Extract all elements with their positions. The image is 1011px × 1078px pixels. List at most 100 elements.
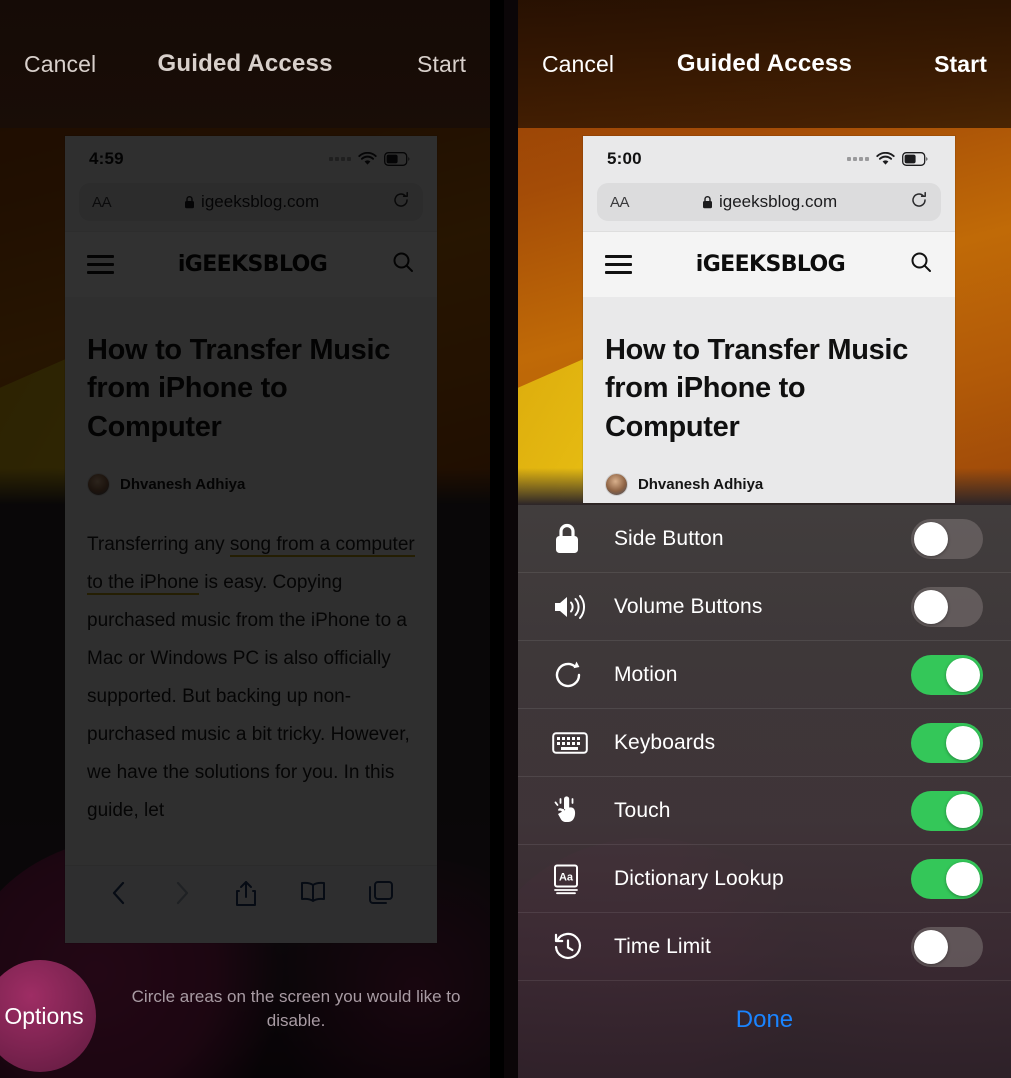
battery-icon: [901, 151, 929, 166]
site-brand-logo[interactable]: iGEEKSBLOG: [178, 252, 328, 277]
search-icon[interactable]: [909, 250, 933, 279]
lock-icon: [552, 522, 614, 556]
toggle-knob: [914, 521, 949, 556]
done-row: Done: [518, 981, 1011, 1059]
option-toggle[interactable]: [911, 586, 984, 627]
book-icon[interactable]: [299, 880, 327, 909]
option-row[interactable]: Motion: [517, 641, 1011, 709]
option-toggle[interactable]: [911, 926, 984, 967]
toggle-knob: [946, 725, 981, 760]
right-phone-screen-preview: 5:00 AA igeeksblog.com iGEEKSBLOG How to…: [582, 136, 955, 503]
option-row[interactable]: Keyboards: [517, 709, 1011, 777]
option-label: Keyboards: [613, 730, 716, 754]
guided-access-hint: Circle areas on the screen you would lik…: [131, 986, 461, 1031]
left-navigation-bar: Cancel Guided Access Start: [0, 0, 491, 128]
share-icon[interactable]: [234, 880, 258, 913]
done-button[interactable]: Done: [736, 1006, 793, 1034]
toggle-knob: [946, 861, 981, 896]
option-row[interactable]: Volume Buttons: [517, 573, 1011, 641]
article-header: How to Transfer Music from iPhone to Com…: [582, 297, 955, 496]
toggle-knob: [946, 657, 981, 692]
option-row[interactable]: Side Button: [517, 505, 1011, 573]
status-bar-time: 5:00: [606, 148, 642, 168]
motion-icon: [552, 659, 614, 691]
url-host-label[interactable]: igeeksblog.com: [184, 192, 319, 212]
dictionary-icon: Aa: [552, 863, 614, 895]
toggle-knob: [946, 793, 981, 828]
lock-icon: [702, 196, 712, 209]
keyboard-icon: [552, 730, 614, 756]
wifi-icon: [876, 151, 895, 166]
option-toggle[interactable]: [911, 790, 984, 831]
article-body-lead: Transferring any: [87, 533, 230, 555]
reload-icon[interactable]: [910, 191, 928, 214]
signal-dots-icon: [329, 156, 351, 161]
start-button[interactable]: Start: [356, 51, 466, 78]
option-label: Time Limit: [613, 934, 711, 958]
site-header: iGEEKSBLOG: [582, 231, 955, 297]
option-label: Motion: [613, 662, 678, 686]
option-label: Touch: [613, 798, 671, 822]
right-navigation-bar: Cancel Guided Access Start: [517, 0, 1011, 128]
back-chevron-icon[interactable]: [108, 880, 130, 911]
panel-divider: [490, 0, 504, 1078]
time-limit-icon: [552, 931, 614, 963]
page-title: Guided Access: [676, 50, 853, 77]
left-bottom-bar: Options Circle areas on the screen you w…: [0, 953, 490, 1078]
option-row[interactable]: Aa Dictionary Lookup: [517, 845, 1011, 913]
article-body: Transferring any song from a computer to…: [65, 496, 437, 830]
safari-url-bar-container: AA igeeksblog.com: [65, 181, 437, 231]
lock-icon: [185, 196, 195, 209]
text-size-icon[interactable]: AA: [92, 194, 112, 211]
touch-icon: [552, 794, 614, 828]
option-toggle[interactable]: [911, 518, 984, 559]
search-icon[interactable]: [391, 250, 415, 279]
option-label: Dictionary Lookup: [613, 866, 784, 890]
reload-icon[interactable]: [392, 191, 410, 214]
article-header: How to Transfer Music from iPhone to Com…: [65, 297, 437, 496]
left-panel-guided-access-setup: 4:59 AA igeeksblog.com iGEEKSBLOG How to…: [0, 0, 491, 1078]
safari-url-bar[interactable]: AA igeeksblog.com: [79, 183, 423, 221]
option-label: Side Button: [613, 526, 724, 550]
hamburger-menu-icon[interactable]: [604, 250, 632, 279]
start-button[interactable]: Start: [877, 51, 987, 78]
site-header: iGEEKSBLOG: [65, 231, 437, 297]
safari-bottom-toolbar: [65, 865, 437, 943]
left-phone-screen-preview: 4:59 AA igeeksblog.com iGEEKSBLOG How to…: [65, 136, 437, 943]
forward-chevron-icon: [171, 880, 193, 911]
status-bar: 5:00: [582, 136, 955, 181]
author-name: Dhvanesh Adhiya: [637, 475, 764, 493]
safari-url-bar[interactable]: AA igeeksblog.com: [596, 183, 941, 221]
safari-url-bar-container: AA igeeksblog.com: [582, 181, 955, 231]
options-list: Side Button Volume Buttons Motion Keyboards…: [517, 505, 1011, 981]
status-bar: 4:59: [65, 136, 437, 181]
option-toggle[interactable]: [911, 654, 984, 695]
option-row[interactable]: Touch: [517, 777, 1011, 845]
screenshot-stage: 4:59 AA igeeksblog.com iGEEKSBLOG How to…: [0, 0, 1011, 1078]
tabs-icon[interactable]: [368, 880, 394, 911]
wifi-icon: [358, 151, 377, 166]
hamburger-menu-icon[interactable]: [87, 250, 114, 279]
page-title: Guided Access: [157, 50, 333, 77]
article-title: How to Transfer Music from iPhone to Com…: [604, 334, 909, 443]
options-button-label: Options: [4, 1002, 84, 1029]
svg-text:Aa: Aa: [559, 871, 574, 883]
options-button[interactable]: Options: [0, 960, 96, 1072]
article-byline: Dhvanesh Adhiya: [604, 472, 933, 496]
author-avatar: [87, 472, 110, 496]
author-name: Dhvanesh Adhiya: [120, 475, 246, 493]
cancel-button[interactable]: Cancel: [542, 51, 652, 78]
option-toggle[interactable]: [911, 722, 984, 763]
cancel-button[interactable]: Cancel: [24, 51, 134, 78]
guided-access-options-sheet: Side Button Volume Buttons Motion Keyboards…: [517, 505, 1011, 1078]
url-host-label[interactable]: igeeksblog.com: [702, 192, 837, 212]
option-row[interactable]: Time Limit: [517, 913, 1011, 981]
author-avatar: [604, 472, 628, 496]
text-size-icon[interactable]: AA: [610, 194, 630, 211]
site-brand-logo[interactable]: iGEEKSBLOG: [696, 252, 846, 277]
toggle-knob: [914, 929, 949, 964]
option-label: Volume Buttons: [613, 594, 763, 618]
option-toggle[interactable]: [911, 858, 984, 899]
status-bar-time: 4:59: [89, 148, 124, 168]
toggle-knob: [914, 589, 949, 624]
